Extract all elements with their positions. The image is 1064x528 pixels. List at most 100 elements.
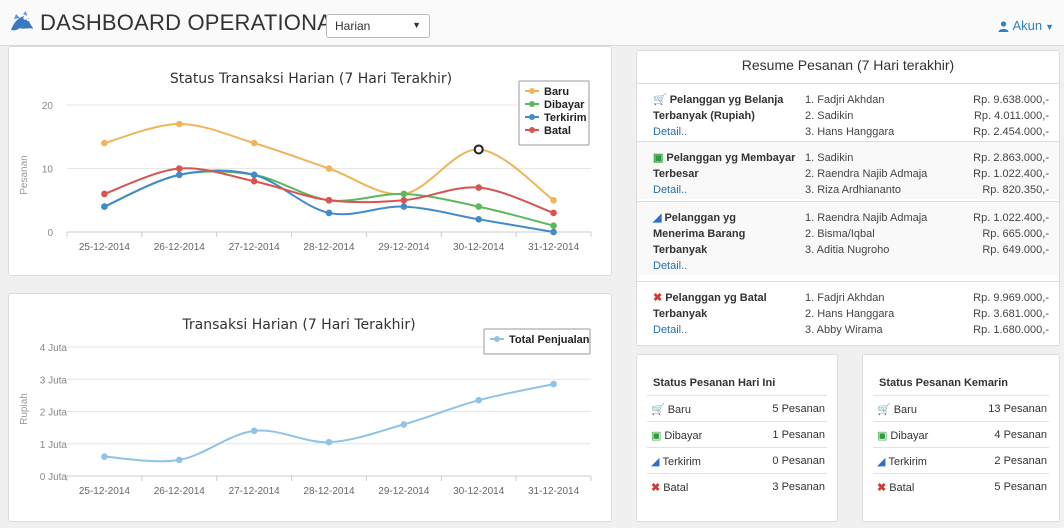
chevron-down-icon: ▼ <box>412 20 421 30</box>
sales-chart-ylabel: Rupiah <box>19 393 30 425</box>
status-count: 13 Pesanan <box>988 403 1047 415</box>
x-tick-label: 26-12-2014 <box>154 242 206 253</box>
data-point <box>325 196 333 204</box>
resume-title: Resume Pesanan (7 Hari terakhir) <box>741 57 955 73</box>
data-point <box>175 165 183 172</box>
sales-chart: Transaksi Harian (7 Hari Terakhir) Rupia… <box>19 317 592 497</box>
status-label: Baru <box>667 404 691 416</box>
x-tick-label: 26-12-2014 <box>154 486 206 497</box>
data-point <box>550 380 557 388</box>
resume-section-label: Pelanggan yg Batal Terbanyak <box>653 292 767 320</box>
x-icon: ✖ <box>651 482 661 494</box>
status-row-batal: ✖ Batal 5 Pesanan <box>873 473 1049 499</box>
list-item: 1. Raendra Najib Admaja <box>805 212 928 224</box>
status-chart-title: Status Transaksi Harian (7 Hari Terakhir… <box>170 71 452 87</box>
x-tick-label: 25-12-2014 <box>79 486 131 497</box>
data-point <box>550 196 557 204</box>
sales-chart-panel: Transaksi Harian (7 Hari Terakhir) Rupia… <box>8 293 612 522</box>
amount-value: Rp. 9.969.000,- <box>973 292 1049 304</box>
caret-down-icon: ▼ <box>1045 22 1054 32</box>
legend-entry: Baru <box>544 86 569 98</box>
status-count: 5 Pesanan <box>994 481 1047 493</box>
x-tick-label: 27-12-2014 <box>229 486 281 497</box>
status-label: Dibayar <box>890 430 929 442</box>
data-point <box>101 453 108 460</box>
status-count: 3 Pesanan <box>772 481 825 493</box>
y-tick-label: 0 Juta <box>40 472 68 483</box>
list-item: 2. Hans Hanggara <box>805 308 895 320</box>
amount-value: Rp. 2.454.000,- <box>973 126 1049 138</box>
x-tick-label: 30-12-2014 <box>453 242 505 253</box>
series-line <box>104 383 554 463</box>
x-tick-label: 31-12-2014 <box>528 242 580 253</box>
legend-swatch-dot <box>529 127 535 133</box>
plane-icon: ◢ <box>651 456 660 468</box>
resume-section-label: Pelanggan yg Belanja Terbanyak (Rupiah) <box>653 94 784 122</box>
series-line <box>104 167 554 214</box>
status-row-dibayar: ▣ Dibayar 1 Pesanan <box>647 421 827 447</box>
detail-link[interactable]: Detail.. <box>653 182 803 198</box>
list-item: 3. Hans Hanggara <box>805 126 895 138</box>
amount-value: Rp. 649.000,- <box>982 244 1049 256</box>
status-row-baru: 🛒 Baru 5 Pesanan <box>647 395 827 421</box>
navbar: DASHBOARD OPERATIONAL Harian ▼ Akun ▼ <box>0 0 1064 46</box>
money-icon: ▣ <box>653 152 664 164</box>
list-item: 1. Sadikin <box>805 152 854 164</box>
resume-section-top-spenders: 🛒 Pelanggan yg Belanja Terbanyak (Rupiah)… <box>637 83 1059 140</box>
status-chart-ylabel: Pesanan <box>19 155 30 194</box>
legend-entry: Batal <box>544 125 571 137</box>
status-count: 5 Pesanan <box>772 403 825 415</box>
data-point <box>101 190 108 198</box>
status-label: Terkirim <box>662 456 701 468</box>
account-menu[interactable]: Akun ▼ <box>998 18 1054 35</box>
list-item: 3. Abby Wirama <box>805 324 883 336</box>
x-icon: ✖ <box>877 482 887 494</box>
list-item: 3. Riza Ardhiananto <box>805 184 902 196</box>
period-select-value: Harian <box>335 19 371 33</box>
x-tick-label: 29-12-2014 <box>378 486 430 497</box>
detail-link[interactable]: Detail.. <box>653 124 803 140</box>
detail-link[interactable]: Detail.. <box>653 258 773 274</box>
status-row-dibayar: ▣ Dibayar 4 Pesanan <box>873 421 1049 447</box>
legend-swatch-dot <box>529 101 535 107</box>
list-item: 2. Sadikin <box>805 110 854 122</box>
amount-value: Rp. 2.863.000,- <box>973 152 1049 164</box>
dragon-logo-icon <box>11 11 33 31</box>
data-point <box>325 438 333 446</box>
data-point <box>400 196 408 204</box>
status-today-panel: Status Pesanan Hari Ini 🛒 Baru 5 Pesanan ▣… <box>636 354 838 522</box>
status-count: 4 Pesanan <box>994 429 1047 441</box>
data-point <box>400 203 408 210</box>
data-point <box>400 190 408 198</box>
data-point <box>250 177 258 185</box>
data-point <box>250 139 258 147</box>
detail-link[interactable]: Detail.. <box>653 322 803 338</box>
y-tick-label: 3 Juta <box>40 375 68 386</box>
legend-entry: Total Penjualan <box>509 334 590 346</box>
period-select[interactable]: Harian ▼ <box>326 14 430 38</box>
status-chart-panel: Status Transaksi Harian (7 Hari Terakhir… <box>8 46 612 276</box>
money-icon: ▣ <box>651 430 662 442</box>
status-yesterday-title: Status Pesanan Kemarin <box>879 377 1008 389</box>
x-tick-label: 27-12-2014 <box>229 242 281 253</box>
status-count: 2 Pesanan <box>994 455 1047 467</box>
amount-value: Rp. 9.638.000,- <box>973 94 1049 106</box>
data-point <box>250 171 258 179</box>
status-label: Terkirim <box>888 456 927 468</box>
status-row-baru: 🛒 Baru 13 Pesanan <box>873 395 1049 421</box>
legend-swatch-dot <box>529 114 535 120</box>
resume-section-label: Pelanggan yg Membayar Terbesar <box>653 152 796 180</box>
status-row-terkirim: ◢ Terkirim 0 Pesanan <box>647 447 827 473</box>
data-point <box>101 203 108 210</box>
data-point <box>101 139 108 147</box>
data-point <box>550 228 557 236</box>
x-tick-label: 30-12-2014 <box>453 486 505 497</box>
data-point <box>475 184 483 191</box>
y-tick-label: 20 <box>42 101 54 112</box>
status-chart: Status Transaksi Harian (7 Hari Terakhir… <box>19 71 592 253</box>
highlighted-point <box>473 144 484 155</box>
x-tick-label: 31-12-2014 <box>528 486 580 497</box>
y-tick-label: 2 Juta <box>40 408 68 419</box>
data-point <box>475 216 483 223</box>
sales-chart-legend: Total Penjualan <box>483 328 591 355</box>
